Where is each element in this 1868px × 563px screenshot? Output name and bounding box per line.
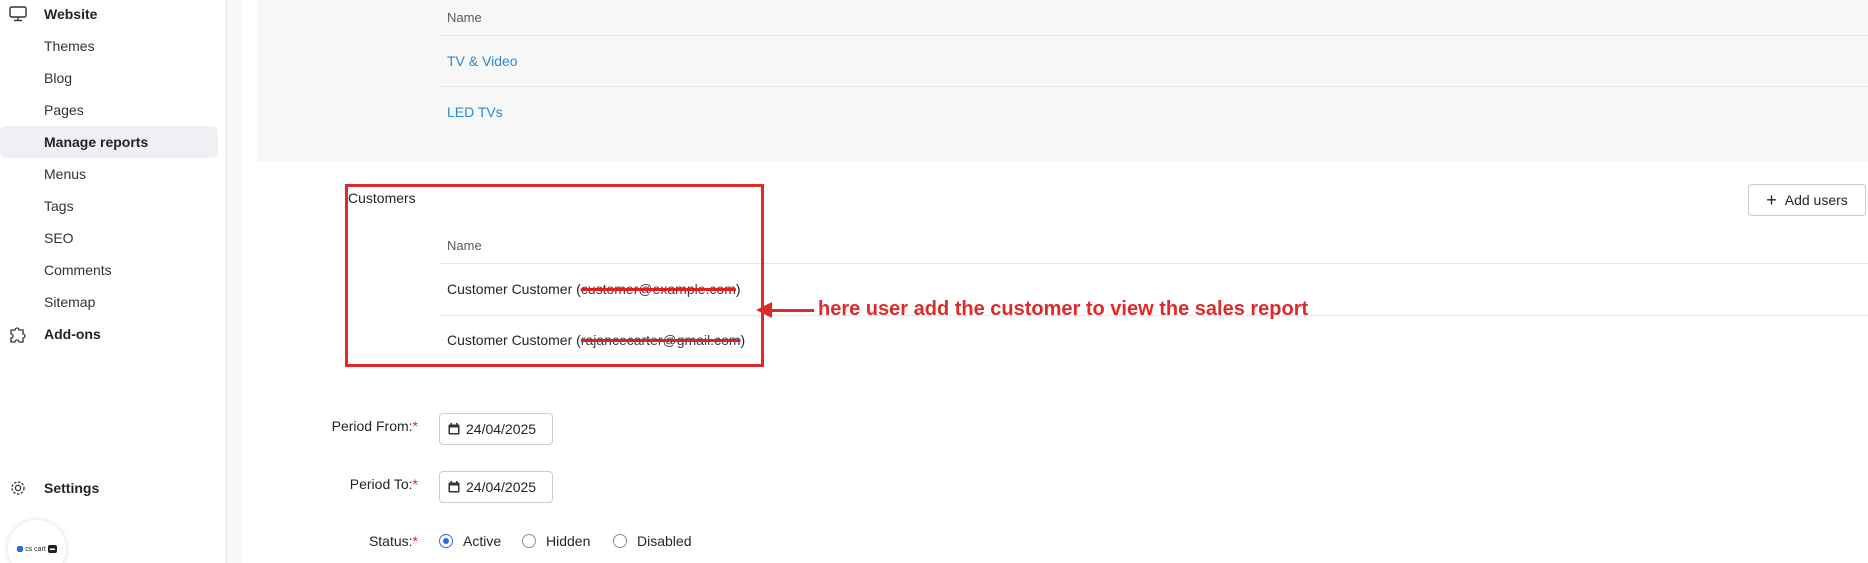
period-to-date-input[interactable]: 24/04/2025 (439, 471, 553, 503)
sidebar-item-seo[interactable]: SEO (0, 222, 218, 254)
add-users-button[interactable]: + Add users (1748, 184, 1866, 216)
add-users-label: Add users (1784, 192, 1848, 208)
cs-cart-logo: cs cart ▬ (8, 520, 66, 563)
status-radio-disabled[interactable]: Disabled (613, 533, 691, 549)
status-radio-hidden[interactable]: Hidden (522, 533, 590, 549)
logo-text: cs cart (25, 545, 46, 553)
period-from-label: Period From:* (218, 418, 418, 434)
status-label-text: Status: (368, 533, 413, 549)
period-to-label-text: Period To: (349, 476, 413, 492)
period-to-value: 24/04/2025 (466, 479, 537, 495)
status-radio-active[interactable]: Active (439, 533, 501, 549)
radio-label: Active (463, 533, 502, 549)
sidebar-item-tags[interactable]: Tags (0, 190, 218, 222)
divider (439, 35, 1868, 36)
sidebar-item-label: SEO (44, 230, 74, 246)
status-label: Status:* (218, 533, 418, 549)
radio-checked-icon (439, 534, 453, 548)
sidebar-item-label: Menus (44, 166, 87, 182)
page: Website Themes Blog Pages Manage reports… (0, 0, 1868, 563)
radio-unchecked-icon (522, 534, 536, 548)
plus-icon: + (1766, 190, 1777, 210)
sidebar: Website Themes Blog Pages Manage reports… (0, 0, 226, 563)
gear-icon (8, 478, 28, 498)
puzzle-icon (8, 324, 28, 344)
radio-label: Hidden (546, 533, 591, 549)
category-link-tv-video[interactable]: TV & Video (447, 53, 518, 69)
calendar-icon (448, 423, 460, 435)
sidebar-item-menus[interactable]: Menus (0, 158, 218, 190)
annotation-text: here user add the customer to view the s… (818, 298, 1309, 320)
sidebar-section-settings[interactable]: Settings (8, 478, 99, 498)
sidebar-item-label: Themes (44, 38, 95, 54)
divider (439, 86, 1868, 87)
sidebar-item-comments[interactable]: Comments (0, 254, 218, 286)
logo-tag-icon: ▬ (47, 545, 57, 553)
sidebar-item-pages[interactable]: Pages (0, 94, 218, 126)
sidebar-item-label: Blog (44, 70, 73, 86)
sidebar-section-addons[interactable]: Add-ons (8, 324, 101, 344)
period-to-label: Period To:* (218, 476, 418, 492)
required-mark: * (412, 533, 418, 549)
sidebar-item-blog[interactable]: Blog (0, 62, 218, 94)
sidebar-section-website[interactable]: Website (8, 4, 97, 24)
sidebar-item-manage-reports[interactable]: Manage reports (0, 126, 218, 158)
sidebar-section-label: Add-ons (44, 326, 101, 342)
period-from-date-input[interactable]: 24/04/2025 (439, 413, 553, 445)
annotation-highlight-box (345, 184, 764, 367)
radio-unchecked-icon (613, 534, 627, 548)
period-from-label-text: Period From: (331, 418, 413, 434)
category-link-led-tvs[interactable]: LED TVs (447, 104, 503, 120)
period-from-value: 24/04/2025 (466, 421, 537, 437)
calendar-icon (448, 481, 460, 493)
radio-label: Disabled (637, 533, 692, 549)
sidebar-section-label: Settings (44, 480, 100, 496)
required-mark: * (412, 418, 418, 434)
categories-panel (258, 0, 1868, 162)
annotation-arrow-line (766, 309, 814, 312)
sidebar-item-sitemap[interactable]: Sitemap (0, 286, 218, 318)
monitor-icon (8, 4, 28, 24)
sidebar-item-label: Manage reports (44, 134, 149, 150)
sidebar-section-label: Website (44, 6, 98, 22)
sidebar-item-themes[interactable]: Themes (0, 30, 218, 62)
categories-name-header: Name (447, 10, 482, 25)
sidebar-item-label: Pages (44, 102, 84, 118)
sidebar-item-label: Comments (44, 262, 112, 278)
logo-mark-icon (17, 546, 24, 552)
sidebar-item-label: Tags (44, 198, 74, 214)
sidebar-item-label: Sitemap (44, 294, 96, 310)
required-mark: * (412, 476, 418, 492)
main-content: Name TV & Video LED TVs Customers + Add … (242, 0, 1868, 563)
